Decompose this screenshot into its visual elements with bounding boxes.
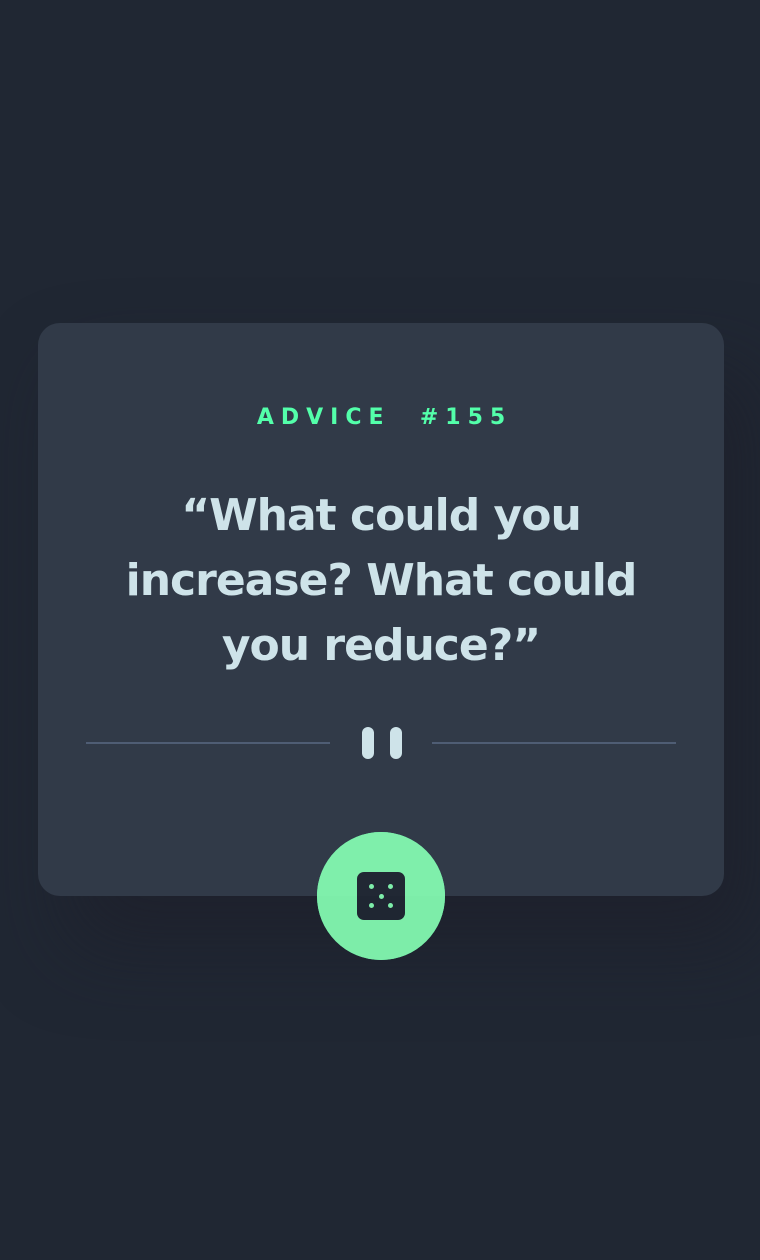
dice-dot — [369, 903, 374, 908]
divider-line-right — [432, 742, 676, 744]
dice-dot — [388, 884, 393, 889]
advice-label: ADVICE — [256, 405, 391, 430]
divider — [86, 725, 676, 761]
advice-number: #155 — [419, 405, 513, 430]
advice-id: ADVICE #155 — [38, 405, 724, 431]
pause-icon — [362, 727, 402, 759]
dice-dot — [369, 884, 374, 889]
dice-icon — [357, 872, 405, 920]
advice-card: ADVICE #155 “What could you increase? Wh… — [38, 323, 724, 896]
dice-dot — [378, 893, 384, 899]
advice-quote: “What could you increase? What could you… — [125, 490, 638, 671]
pause-bar-left — [362, 727, 374, 759]
new-advice-button[interactable] — [317, 832, 445, 960]
dice-dot — [388, 903, 393, 908]
pause-bar-right — [390, 727, 402, 759]
divider-line-left — [86, 742, 330, 744]
page: ADVICE #155 “What could you increase? Wh… — [0, 0, 760, 1260]
